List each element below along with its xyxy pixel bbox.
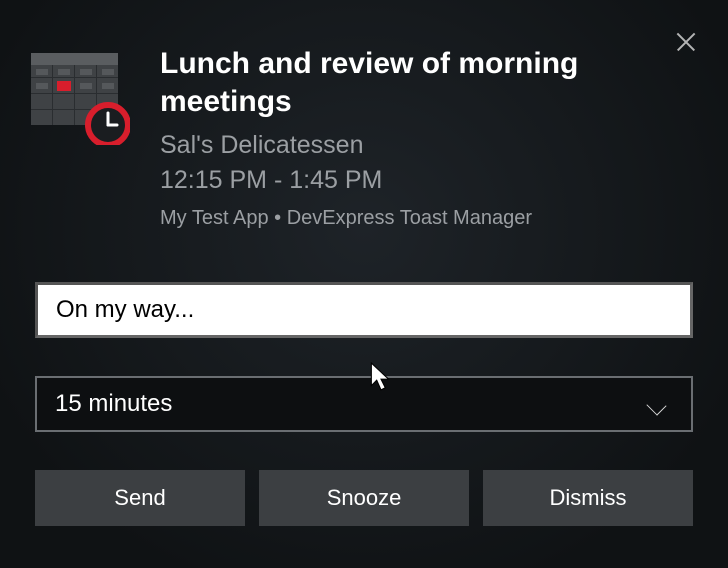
reply-row xyxy=(35,282,693,338)
reply-input[interactable] xyxy=(35,282,693,338)
snooze-row: 15 minutes xyxy=(35,376,693,432)
notification-body: Lunch and review of morning meetings Sal… xyxy=(160,45,688,232)
calendar-clock-icon xyxy=(30,45,130,145)
close-button[interactable] xyxy=(674,30,698,54)
notification-time: 12:15 PM - 1:45 PM xyxy=(160,163,648,198)
send-button[interactable]: Send xyxy=(35,470,245,526)
action-buttons: Send Snooze Dismiss xyxy=(35,470,693,526)
notification-title: Lunch and review of morning meetings xyxy=(160,45,648,120)
snooze-select[interactable]: 15 minutes xyxy=(35,376,693,432)
notification-attribution: My Test App • DevExpress Toast Manager xyxy=(160,204,648,232)
notification-header: Lunch and review of morning meetings Sal… xyxy=(0,0,728,252)
dismiss-button[interactable]: Dismiss xyxy=(483,470,693,526)
snooze-selected-label: 15 minutes xyxy=(55,390,172,418)
chevron-down-icon xyxy=(645,396,673,412)
snooze-button[interactable]: Snooze xyxy=(259,470,469,526)
notification-location: Sal's Delicatessen xyxy=(160,128,648,163)
